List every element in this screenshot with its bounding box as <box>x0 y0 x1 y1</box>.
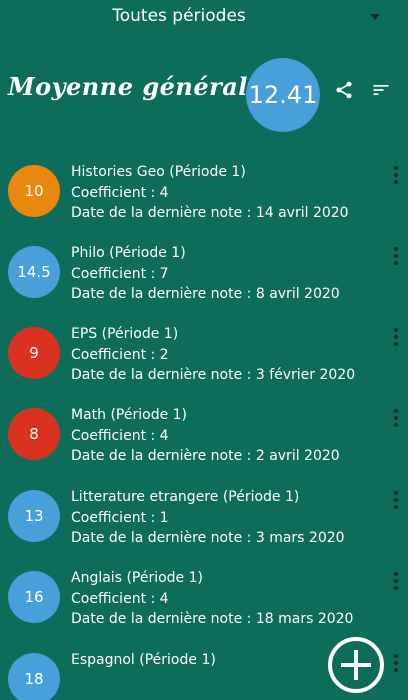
more-vert-icon[interactable] <box>393 491 399 511</box>
subject-details: Anglais (Période 1) Coefficient : 4 Date… <box>71 568 353 630</box>
period-selector[interactable]: Toutes périodes <box>0 0 408 34</box>
grade-badge: 18 <box>8 653 60 700</box>
grade-badge: 14.5 <box>8 246 60 298</box>
grade-value: 10 <box>24 182 44 200</box>
subject-details: Math (Période 1) Coefficient : 4 Date de… <box>71 405 340 467</box>
subject-coefficient: Coefficient : 4 <box>71 590 169 607</box>
subject-last-note-date: Date de la dernière note : 3 février 202… <box>71 367 356 383</box>
subject-item[interactable]: 13 Litterature etrangere (Période 1) Coe… <box>0 480 408 560</box>
average-badge: 12.41 <box>246 58 320 132</box>
subject-coefficient: Coefficient : 2 <box>71 346 169 363</box>
subject-name: Philo (Période 1) <box>71 245 186 261</box>
grade-badge: 13 <box>8 490 60 542</box>
grades-screen: Toutes périodes Moyenne générale : 12.41… <box>0 0 408 700</box>
subject-last-note-date: Date de la dernière note : 2 avril 2020 <box>71 448 340 464</box>
grade-value: 13 <box>24 507 44 525</box>
subject-item[interactable]: 8 Math (Période 1) Coefficient : 4 Date … <box>0 398 408 478</box>
subject-item[interactable]: 9 EPS (Période 1) Coefficient : 2 Date d… <box>0 317 408 397</box>
grade-value: 18 <box>24 670 44 688</box>
grade-value: 14.5 <box>17 263 51 281</box>
grade-value: 8 <box>29 425 39 443</box>
more-vert-icon[interactable] <box>393 572 399 592</box>
subject-details: Philo (Période 1) Coefficient : 7 Date d… <box>71 243 340 305</box>
subject-details: Litterature etrangere (Période 1) Coeffi… <box>71 487 345 549</box>
subject-last-note-date: Date de la dernière note : 18 mars 2020 <box>71 611 354 627</box>
subject-coefficient: Coefficient : 1 <box>71 509 169 526</box>
more-vert-icon[interactable] <box>393 247 399 267</box>
average-title: Moyenne générale : <box>8 72 282 101</box>
average-header: Moyenne générale : 12.41 <box>0 58 408 132</box>
subject-item[interactable]: 14.5 Philo (Période 1) Coefficient : 7 D… <box>0 236 408 316</box>
grade-badge: 8 <box>8 408 60 460</box>
share-icon[interactable] <box>334 80 354 100</box>
subject-last-note-date: Date de la dernière note : 3 mars 2020 <box>71 530 345 546</box>
more-vert-icon[interactable] <box>393 654 399 674</box>
subject-name: Anglais (Période 1) <box>71 570 203 586</box>
more-vert-icon[interactable] <box>393 328 399 348</box>
grade-badge: 16 <box>8 571 60 623</box>
subject-coefficient: Coefficient : 7 <box>71 265 169 282</box>
subject-details: Espagnol (Période 1) <box>71 650 216 671</box>
subject-name: Math (Période 1) <box>71 407 188 423</box>
add-icon-vertical <box>354 650 358 680</box>
subject-item[interactable]: 16 Anglais (Période 1) Coefficient : 4 D… <box>0 561 408 641</box>
average-value: 12.41 <box>248 81 318 109</box>
subject-coefficient: Coefficient : 4 <box>71 427 169 444</box>
subject-name: Histories Geo (Période 1) <box>71 164 246 180</box>
subject-last-note-date: Date de la dernière note : 8 avril 2020 <box>71 286 340 302</box>
subject-details: Histories Geo (Période 1) Coefficient : … <box>71 162 349 224</box>
subject-coefficient: Coefficient : 4 <box>71 184 169 201</box>
add-subject-button[interactable] <box>328 637 384 693</box>
dropdown-caret-icon <box>370 14 380 20</box>
subject-name: EPS (Période 1) <box>71 326 179 342</box>
period-label: Toutes périodes <box>112 6 246 26</box>
grade-value: 16 <box>24 588 44 606</box>
sort-icon[interactable] <box>371 80 391 100</box>
grade-badge: 10 <box>8 165 60 217</box>
subject-name: Litterature etrangere (Période 1) <box>71 489 300 505</box>
subject-name: Espagnol (Période 1) <box>71 652 216 668</box>
subject-details: EPS (Période 1) Coefficient : 2 Date de … <box>71 324 355 386</box>
subject-list: 10 Histories Geo (Période 1) Coefficient… <box>0 155 408 700</box>
subject-last-note-date: Date de la dernière note : 14 avril 2020 <box>71 205 349 221</box>
grade-badge: 9 <box>8 327 60 379</box>
subject-item[interactable]: 10 Histories Geo (Période 1) Coefficient… <box>0 155 408 235</box>
more-vert-icon[interactable] <box>393 166 399 186</box>
grade-value: 9 <box>29 344 39 362</box>
more-vert-icon[interactable] <box>393 409 399 429</box>
